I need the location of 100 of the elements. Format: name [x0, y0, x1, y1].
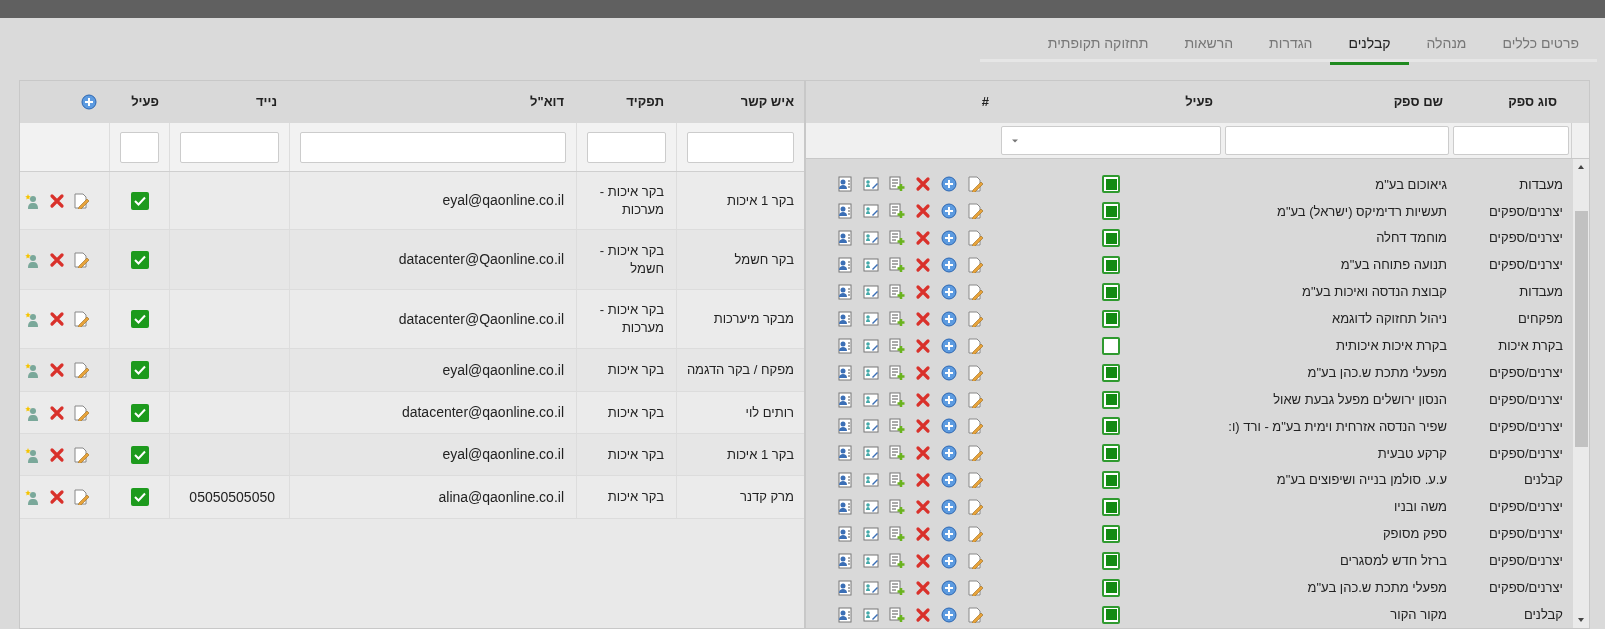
tab[interactable]: מנהלה [1408, 31, 1485, 65]
checkbox[interactable] [1102, 525, 1120, 543]
checkbox[interactable] [1102, 229, 1120, 248]
person-star-icon[interactable] [25, 446, 41, 463]
filter-input[interactable] [180, 131, 279, 163]
contact-card-icon[interactable] [837, 526, 853, 542]
checkbox[interactable] [1102, 336, 1120, 355]
add-icon[interactable] [941, 526, 957, 542]
filter-input[interactable] [587, 131, 666, 163]
add-list-icon[interactable] [889, 284, 905, 300]
edit-icon[interactable] [967, 552, 983, 569]
edit-icon[interactable] [967, 499, 983, 516]
edit-icon[interactable] [967, 526, 983, 542]
add-list-icon[interactable] [889, 310, 905, 327]
edit-form-icon[interactable] [863, 364, 879, 381]
delete-icon[interactable] [49, 404, 65, 421]
delete-icon[interactable] [915, 526, 931, 542]
add-list-icon[interactable] [889, 391, 905, 408]
edit-form-icon[interactable] [863, 203, 879, 220]
contact-card-icon[interactable] [837, 257, 853, 274]
checkbox[interactable] [1102, 551, 1120, 570]
add-icon[interactable] [941, 579, 957, 596]
edit-icon[interactable] [967, 364, 983, 381]
add-list-icon[interactable] [889, 445, 905, 462]
filter-input[interactable] [120, 131, 159, 163]
edit-form-icon[interactable] [863, 606, 879, 623]
add-icon[interactable] [941, 337, 957, 354]
contact-card-icon[interactable] [837, 284, 853, 300]
checkbox[interactable] [1102, 309, 1120, 328]
edit-form-icon[interactable] [863, 526, 879, 542]
delete-icon[interactable] [915, 418, 931, 435]
edit-icon[interactable] [73, 251, 89, 268]
add-list-icon[interactable] [889, 606, 905, 623]
contact-card-icon[interactable] [837, 391, 853, 408]
edit-icon[interactable] [73, 446, 89, 463]
delete-icon[interactable] [49, 192, 65, 209]
scrollbar[interactable] [1573, 159, 1589, 628]
checkbox[interactable] [1102, 283, 1120, 301]
add-list-icon[interactable] [889, 203, 905, 220]
edit-icon[interactable] [967, 203, 983, 220]
person-star-icon[interactable] [25, 311, 41, 327]
edit-form-icon[interactable] [863, 445, 879, 462]
edit-icon[interactable] [967, 391, 983, 408]
person-star-icon[interactable] [25, 362, 41, 378]
checkbox[interactable] [1102, 471, 1120, 490]
checkbox[interactable] [1102, 444, 1120, 463]
tab[interactable]: פרטים כללים [1484, 31, 1597, 65]
delete-icon[interactable] [915, 176, 931, 193]
edit-icon[interactable] [967, 176, 983, 193]
contact-card-icon[interactable] [837, 552, 853, 569]
add-icon[interactable] [941, 203, 957, 220]
caret-icon[interactable] [1010, 137, 1020, 144]
delete-icon[interactable] [915, 364, 931, 381]
add-icon[interactable] [941, 606, 957, 623]
edit-form-icon[interactable] [863, 391, 879, 408]
checkbox[interactable] [130, 250, 149, 269]
delete-icon[interactable] [915, 606, 931, 623]
edit-icon[interactable] [73, 404, 89, 421]
checkbox[interactable] [130, 191, 149, 210]
filter-input[interactable] [1453, 126, 1569, 155]
person-star-icon[interactable] [25, 192, 41, 209]
checkbox[interactable] [1102, 256, 1120, 275]
edit-form-icon[interactable] [863, 176, 879, 193]
edit-form-icon[interactable] [863, 284, 879, 300]
delete-icon[interactable] [915, 579, 931, 596]
checkbox[interactable] [1102, 202, 1120, 221]
delete-icon[interactable] [915, 391, 931, 408]
edit-form-icon[interactable] [863, 552, 879, 569]
add-list-icon[interactable] [889, 257, 905, 274]
delete-icon[interactable] [49, 489, 65, 505]
checkbox[interactable] [1102, 175, 1120, 194]
tab[interactable]: תחזוקה תקופתית [1029, 31, 1167, 65]
person-star-icon[interactable] [25, 489, 41, 505]
contact-card-icon[interactable] [837, 579, 853, 596]
checkbox[interactable] [130, 403, 149, 422]
edit-icon[interactable] [967, 606, 983, 623]
filter-input[interactable] [300, 131, 566, 163]
contact-card-icon[interactable] [837, 176, 853, 193]
edit-icon[interactable] [73, 311, 89, 327]
contact-card-icon[interactable] [837, 203, 853, 220]
tab[interactable]: הרשאות [1166, 31, 1252, 65]
add-icon[interactable] [941, 472, 957, 489]
person-star-icon[interactable] [25, 404, 41, 421]
delete-icon[interactable] [49, 311, 65, 327]
delete-icon[interactable] [915, 552, 931, 569]
edit-icon[interactable] [73, 192, 89, 209]
contact-card-icon[interactable] [837, 445, 853, 462]
edit-icon[interactable] [967, 284, 983, 300]
add-icon[interactable] [941, 284, 957, 300]
edit-icon[interactable] [967, 579, 983, 596]
edit-form-icon[interactable] [863, 418, 879, 435]
contact-card-icon[interactable] [837, 364, 853, 381]
edit-icon[interactable] [967, 418, 983, 435]
checkbox[interactable] [130, 310, 149, 328]
delete-icon[interactable] [915, 310, 931, 327]
filter-input[interactable] [687, 131, 794, 163]
add-list-icon[interactable] [889, 526, 905, 542]
edit-icon[interactable] [73, 489, 89, 505]
checkbox[interactable] [130, 488, 149, 506]
add-icon[interactable] [941, 257, 957, 274]
